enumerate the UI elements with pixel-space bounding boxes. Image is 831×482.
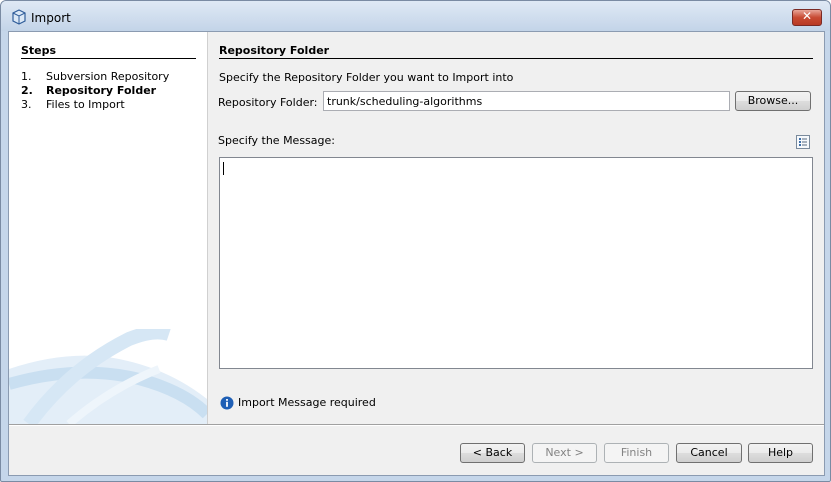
step-label: Subversion Repository [46,70,170,83]
step-item-current: 2. Repository Folder [21,84,156,97]
title-bar[interactable]: Import ✕ [1,1,830,31]
message-textarea[interactable] [219,157,813,369]
repository-folder-input[interactable]: trunk/scheduling-algorithms [323,91,730,111]
back-button[interactable]: < Back [460,443,525,463]
steps-title: Steps [21,44,57,57]
browse-button[interactable]: Browse... [735,91,811,111]
close-icon: ✕ [801,9,813,23]
wizard-decoration-graphic [9,329,207,424]
content-divider [219,58,813,59]
repository-folder-label: Repository Folder: [218,96,318,109]
step-item: 3. Files to Import [21,98,125,111]
content-title: Repository Folder [219,44,330,57]
netbeans-cube-icon [12,9,26,25]
finish-button[interactable]: Finish [604,443,669,463]
info-message: Import Message required [238,396,376,409]
window-title: Import [31,11,71,25]
step-number: 2. [21,84,33,97]
help-button[interactable]: Help [748,443,813,463]
text-caret [223,162,224,175]
cancel-button[interactable]: Cancel [676,443,742,463]
step-label: Files to Import [46,98,125,111]
import-dialog: Import ✕ Steps 1. Subversion Repository 2… [0,0,831,482]
dialog-body: Steps 1. Subversion Repository 2. Reposito… [8,31,825,476]
step-item: 1. Subversion Repository [21,70,169,83]
step-number: 3. [21,98,32,111]
step-number: 1. [21,70,32,83]
steps-panel: Steps 1. Subversion Repository 2. Reposito… [9,32,207,424]
message-label: Specify the Message: [218,134,335,147]
steps-divider [21,58,196,59]
message-template-icon[interactable] [796,135,810,149]
close-button[interactable]: ✕ [792,9,822,26]
footer-separator-highlight [9,425,824,426]
instruction-text: Specify the Repository Folder you want t… [219,71,514,84]
step-label: Repository Folder [46,84,157,97]
panel-divider [207,32,208,424]
next-button[interactable]: Next > [532,443,597,463]
info-icon [220,396,234,410]
